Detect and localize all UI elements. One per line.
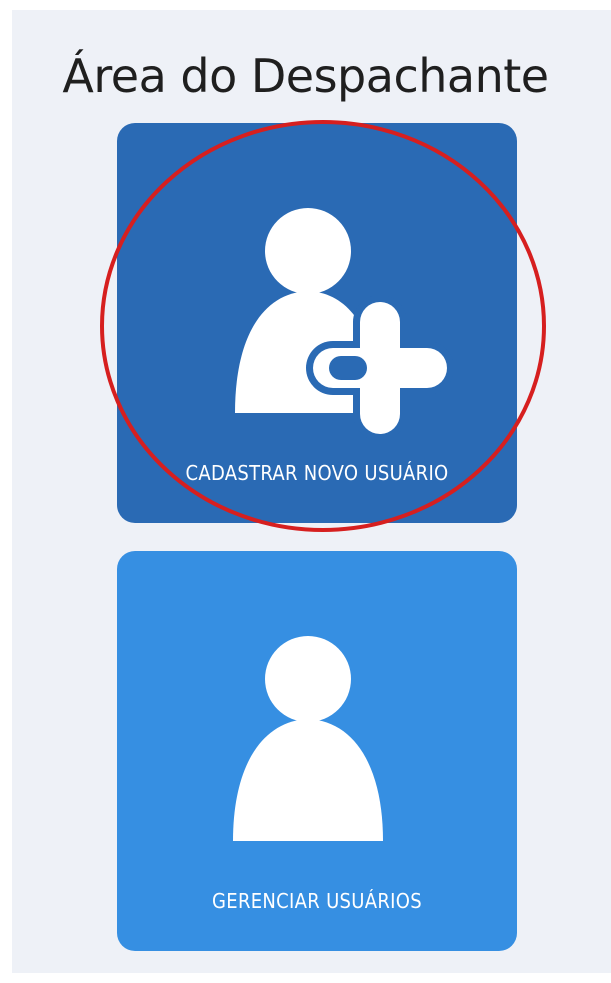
manage-users-tile[interactable]: GERENCIAR USUÁRIOS — [117, 551, 517, 951]
page-title: Área do Despachante — [62, 49, 549, 103]
manage-users-label: GERENCIAR USUÁRIOS — [212, 889, 422, 913]
register-new-user-tile[interactable]: CADASTRAR NOVO USUÁRIO — [117, 123, 517, 523]
register-new-user-label: CADASTRAR NOVO USUÁRIO — [185, 461, 449, 485]
